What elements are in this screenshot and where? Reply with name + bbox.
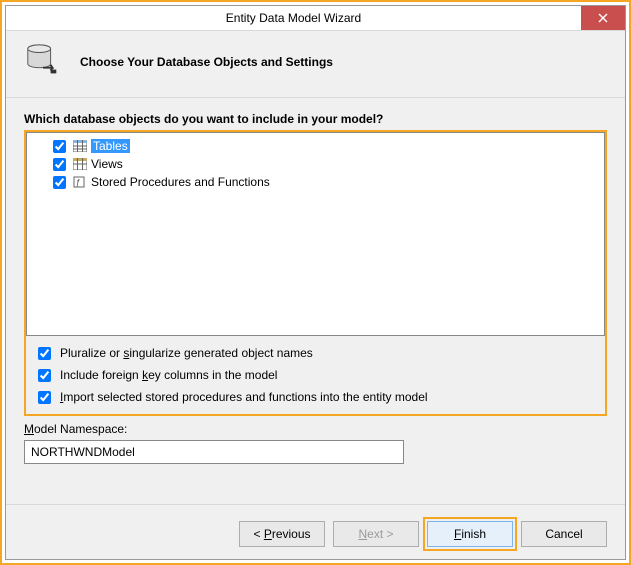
content-area: Which database objects do you want to in… <box>6 112 625 464</box>
finish-button[interactable]: Finish <box>427 521 513 547</box>
selection-highlight: Tables Views ƒ Stored Procedures and Fun… <box>24 130 607 416</box>
database-icon <box>24 43 62 81</box>
namespace-label: Model Namespace: <box>24 422 607 436</box>
option-label: Pluralize or singularize generated objec… <box>60 346 313 360</box>
tree-label: Stored Procedures and Functions <box>91 175 270 189</box>
tree-item-tables[interactable]: Tables <box>33 137 598 155</box>
sproc-icon: ƒ <box>73 176 87 188</box>
header-title: Choose Your Database Objects and Setting… <box>80 55 333 69</box>
titlebar: Entity Data Model Wizard <box>6 6 625 31</box>
question-label: Which database objects do you want to in… <box>24 112 607 126</box>
import-sprocs-checkbox[interactable] <box>38 391 51 404</box>
namespace-input[interactable] <box>24 440 404 464</box>
screenshot-frame: Entity Data Model Wizard Choose Your Dat… <box>0 0 631 565</box>
views-icon <box>73 158 87 170</box>
tree-item-views[interactable]: Views <box>33 155 598 173</box>
tables-icon <box>73 140 87 152</box>
header-separator <box>6 97 625 98</box>
button-row: < Previous Next > Finish Cancel <box>6 521 625 547</box>
cancel-button[interactable]: Cancel <box>521 521 607 547</box>
pluralize-checkbox[interactable] <box>38 347 51 360</box>
sprocs-checkbox[interactable] <box>53 176 66 189</box>
wizard-header: Choose Your Database Objects and Setting… <box>6 31 625 97</box>
tree-item-sprocs[interactable]: ƒ Stored Procedures and Functions <box>33 173 598 191</box>
next-button: Next > <box>333 521 419 547</box>
import-sprocs-option[interactable]: Import selected stored procedures and fu… <box>34 386 597 408</box>
window-title: Entity Data Model Wizard <box>6 6 581 30</box>
foreign-key-option[interactable]: Include foreign key columns in the model <box>34 364 597 386</box>
close-icon <box>598 13 608 23</box>
option-label: Import selected stored procedures and fu… <box>60 390 428 404</box>
footer-separator <box>6 504 625 505</box>
options-group: Pluralize or singularize generated objec… <box>26 336 605 414</box>
database-objects-tree[interactable]: Tables Views ƒ Stored Procedures and Fun… <box>26 132 605 336</box>
views-checkbox[interactable] <box>53 158 66 171</box>
svg-text:ƒ: ƒ <box>76 178 80 187</box>
tables-checkbox[interactable] <box>53 140 66 153</box>
pluralize-option[interactable]: Pluralize or singularize generated objec… <box>34 342 597 364</box>
foreign-key-checkbox[interactable] <box>38 369 51 382</box>
wizard-window: Entity Data Model Wizard Choose Your Dat… <box>5 5 626 560</box>
option-label: Include foreign key columns in the model <box>60 368 277 382</box>
tree-label: Views <box>91 157 123 171</box>
close-button[interactable] <box>581 6 625 30</box>
tree-label: Tables <box>91 139 130 153</box>
previous-button[interactable]: < Previous <box>239 521 325 547</box>
